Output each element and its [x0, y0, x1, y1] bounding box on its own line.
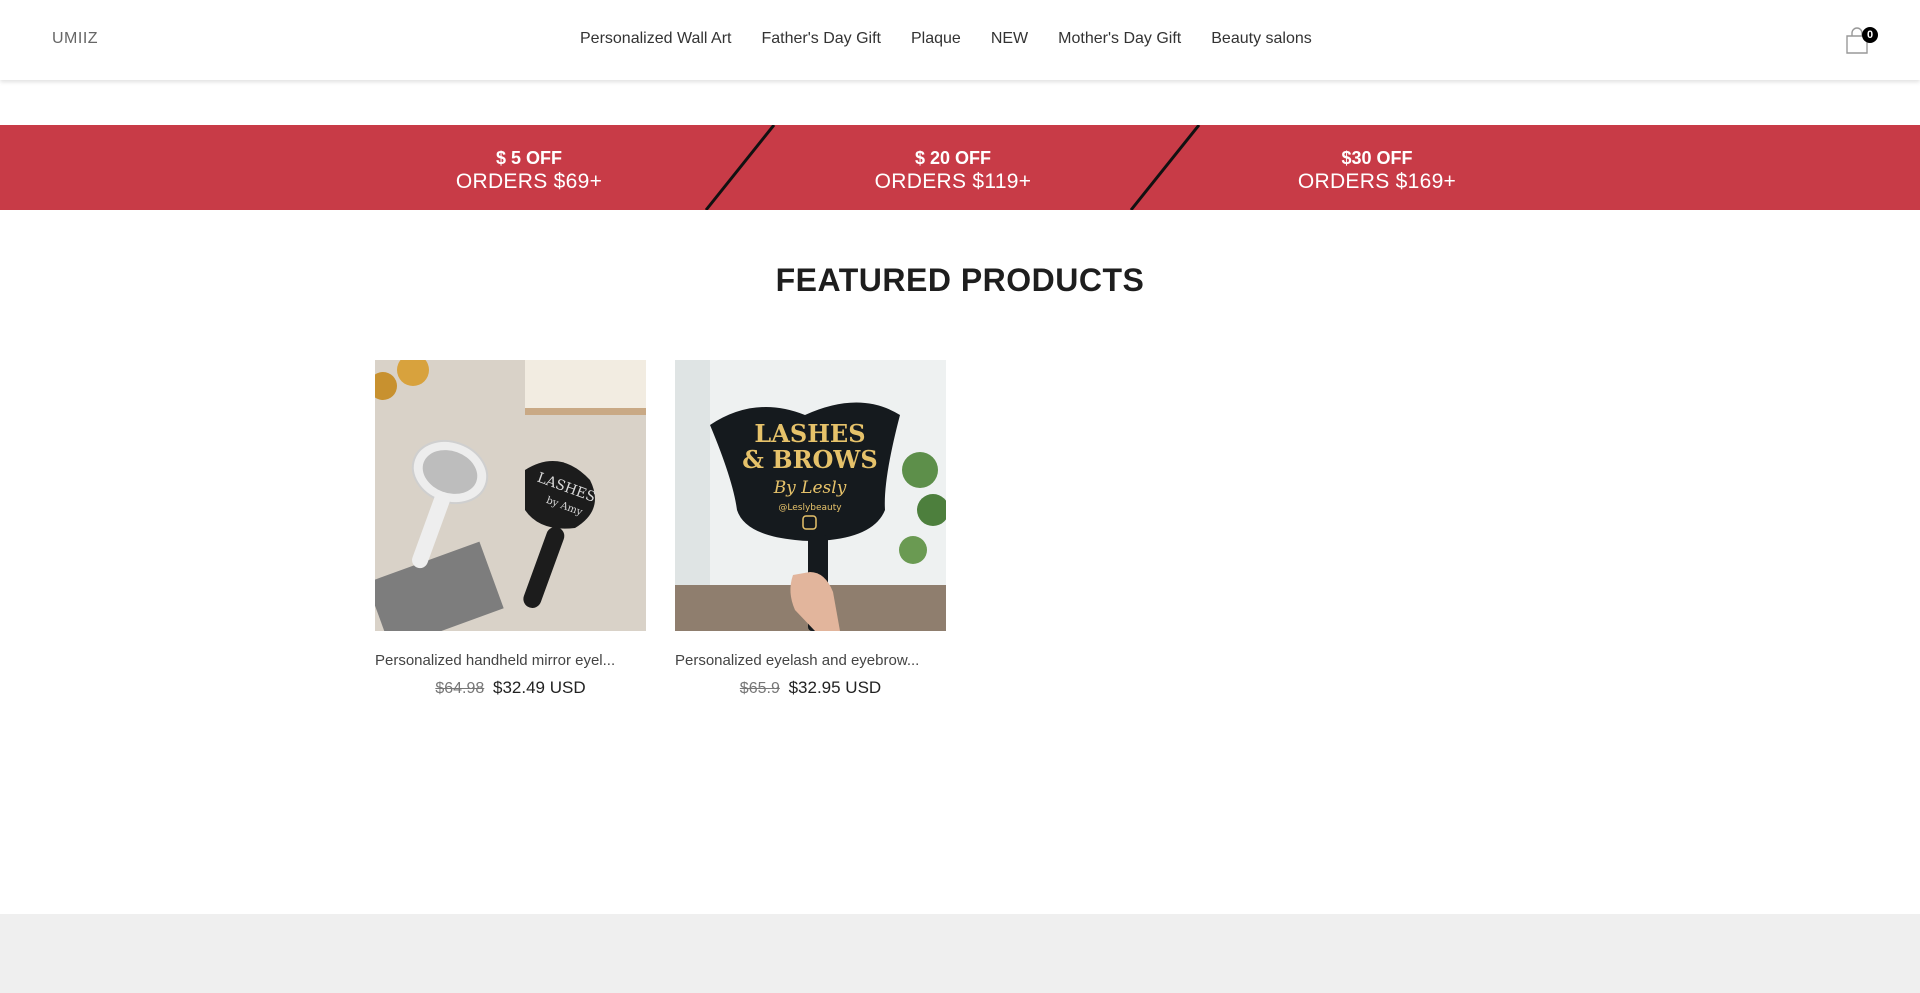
- nav-item-fathers-day-gift[interactable]: Father's Day Gift: [761, 30, 881, 48]
- nav-item-plaque[interactable]: Plaque: [911, 30, 961, 48]
- nav-item-personalized-wall-art[interactable]: Personalized Wall Art: [580, 30, 731, 48]
- promo-tier-1-discount: $ 5 OFF: [495, 148, 562, 168]
- original-price: $64.98: [435, 680, 485, 697]
- promo-tier-2-discount: $ 20 OFF: [914, 148, 992, 168]
- sale-price: $32.49 USD: [493, 678, 586, 697]
- promo-tier-1[interactable]: $ 5 OFF ORDERS $69+: [379, 147, 679, 194]
- original-price: $65.9: [739, 680, 780, 697]
- product-price: $64.98 $32.49 USD: [375, 678, 646, 698]
- promo-tier-1-threshold: ORDERS $69+: [455, 170, 603, 193]
- product-image[interactable]: LASHES by Amy: [375, 360, 646, 631]
- nav-item-new[interactable]: NEW: [991, 30, 1028, 48]
- main-nav: Personalized Wall Art Father's Day Gift …: [580, 30, 1342, 48]
- image-text-3: By Lesly: [773, 478, 847, 498]
- cart-count-badge: 0: [1862, 27, 1878, 43]
- promo-divider: [1129, 125, 1201, 210]
- product-name[interactable]: Personalized handheld mirror eyel...: [375, 652, 646, 669]
- image-text-2: & BROWS: [742, 445, 877, 474]
- discount-banner: $ 5 OFF ORDERS $69+ $ 20 OFF ORDERS $119…: [0, 125, 1920, 210]
- site-header: UMIIZ Personalized Wall Art Father's Day…: [0, 0, 1920, 80]
- sale-price: $32.95 USD: [788, 678, 882, 697]
- nav-item-mothers-day-gift[interactable]: Mother's Day Gift: [1058, 30, 1181, 48]
- footer: [0, 914, 1920, 993]
- image-text-4: @Leslybeauty: [778, 503, 842, 513]
- image-text-1: LASHES: [754, 419, 865, 448]
- promo-tier-2[interactable]: $ 20 OFF ORDERS $119+: [803, 147, 1103, 194]
- product-image[interactable]: LASHES & BROWS By Lesly @Leslybeauty: [675, 360, 946, 631]
- promo-tier-3-threshold: ORDERS $169+: [1297, 170, 1457, 193]
- product-price: $65.9 $32.95 USD: [675, 678, 946, 698]
- promo-divider: [704, 125, 776, 210]
- featured-products-title: FEATURED PRODUCTS: [775, 262, 1145, 298]
- nav-item-beauty-salons[interactable]: Beauty salons: [1211, 30, 1312, 48]
- promo-tier-3-discount: $30 OFF: [1341, 148, 1413, 168]
- store-logo[interactable]: UMIIZ: [52, 30, 98, 48]
- promo-tier-2-threshold: ORDERS $119+: [874, 170, 1032, 193]
- promo-tier-3[interactable]: $30 OFF ORDERS $169+: [1227, 147, 1527, 194]
- product-card[interactable]: LASHES by Amy Personalized handheld mirr…: [375, 360, 646, 698]
- product-card[interactable]: LASHES & BROWS By Lesly @Leslybeauty Per…: [675, 360, 946, 698]
- product-name[interactable]: Personalized eyelash and eyebrow...: [675, 652, 946, 669]
